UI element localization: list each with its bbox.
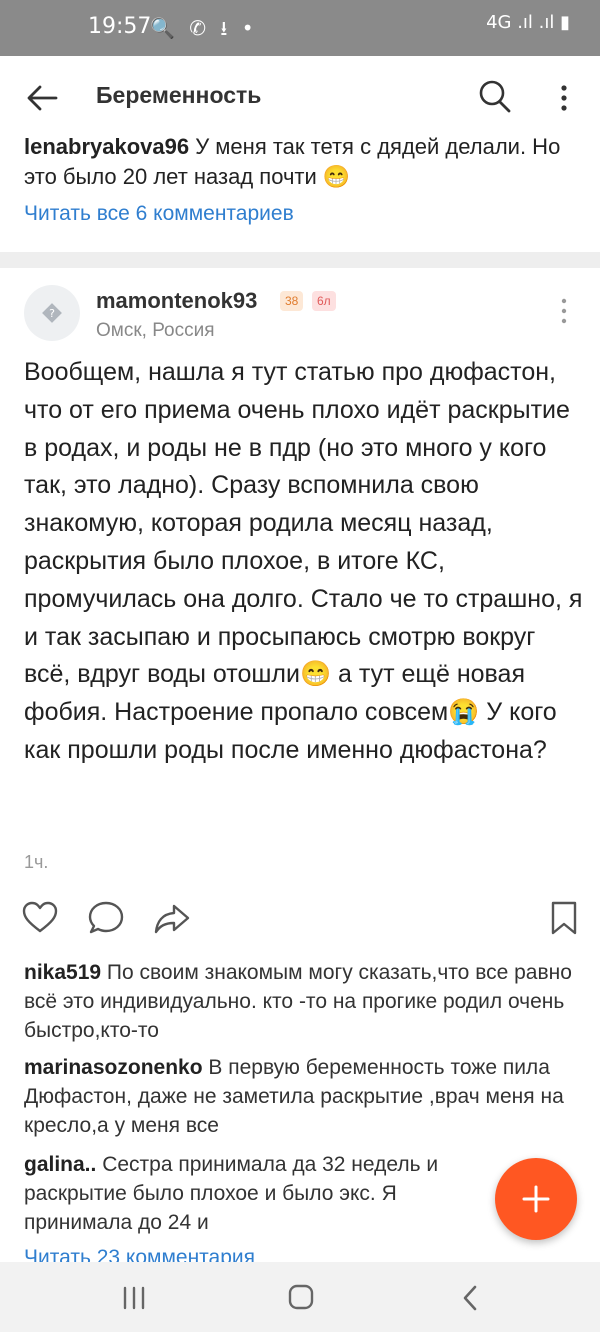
avatar-placeholder-icon: ? <box>42 303 62 323</box>
post-location: Омск, Россия <box>96 320 215 341</box>
search-icon[interactable] <box>476 76 514 116</box>
app-bar: Беременность <box>0 56 600 138</box>
status-time: 19:57 <box>88 14 152 39</box>
author-badge-kids: 6л <box>312 291 336 311</box>
post-divider <box>0 252 600 268</box>
comment-username[interactable]: galina.. <box>24 1153 96 1176</box>
comment-icon[interactable] <box>86 898 126 938</box>
post-body: Вообщем, нашла я тут статью про дюфастон… <box>24 358 583 764</box>
svg-text:?: ? <box>49 307 55 320</box>
bookmark-icon[interactable] <box>544 898 584 938</box>
system-nav-bar <box>0 1262 600 1332</box>
comment-username[interactable]: nika519 <box>24 961 101 984</box>
status-signal-battery-icons: 4G .ıl .ıl ▮ <box>486 12 570 33</box>
avatar[interactable]: ? <box>24 285 80 341</box>
add-post-button[interactable] <box>495 1158 577 1240</box>
share-icon[interactable] <box>152 898 192 938</box>
like-icon[interactable] <box>20 898 60 938</box>
nav-back-icon[interactable] <box>460 1284 480 1312</box>
comment-snippet: lenabryakova96 У меня так тетя с дядей д… <box>24 132 584 192</box>
comment-text: По своим знакомым могу сказать,что все р… <box>24 961 572 1042</box>
page-title: Беременность <box>96 82 262 108</box>
author-badge-age: 38 <box>280 291 304 311</box>
post-author[interactable]: mamontenok93 <box>96 288 257 314</box>
comment-username[interactable]: lenabryakova96 <box>24 134 189 159</box>
status-bar: 19:57 🔍 ✆ ⭳ • 4G .ıl .ıl ▮ <box>0 0 600 56</box>
comment-item: galina.. Сестра принимала да 32 недель и… <box>24 1150 484 1237</box>
post-timestamp: 1ч. <box>24 852 49 872</box>
read-all-comments-link[interactable]: Читать все 6 комментариев <box>24 202 294 226</box>
back-arrow-icon[interactable] <box>22 78 62 118</box>
comment-item: marinasozonenko В первую беременность то… <box>24 1053 584 1140</box>
comment-item: nika519 По своим знакомым могу сказать,ч… <box>24 958 584 1045</box>
plus-icon <box>522 1185 550 1213</box>
comment-username[interactable]: marinasozonenko <box>24 1056 203 1079</box>
recent-apps-icon[interactable] <box>120 1286 148 1310</box>
status-notification-icons: 🔍 ✆ ⭳ • <box>150 16 258 40</box>
more-options-icon[interactable] <box>552 78 576 118</box>
home-icon[interactable] <box>288 1284 314 1310</box>
post-more-icon[interactable] <box>554 296 574 326</box>
